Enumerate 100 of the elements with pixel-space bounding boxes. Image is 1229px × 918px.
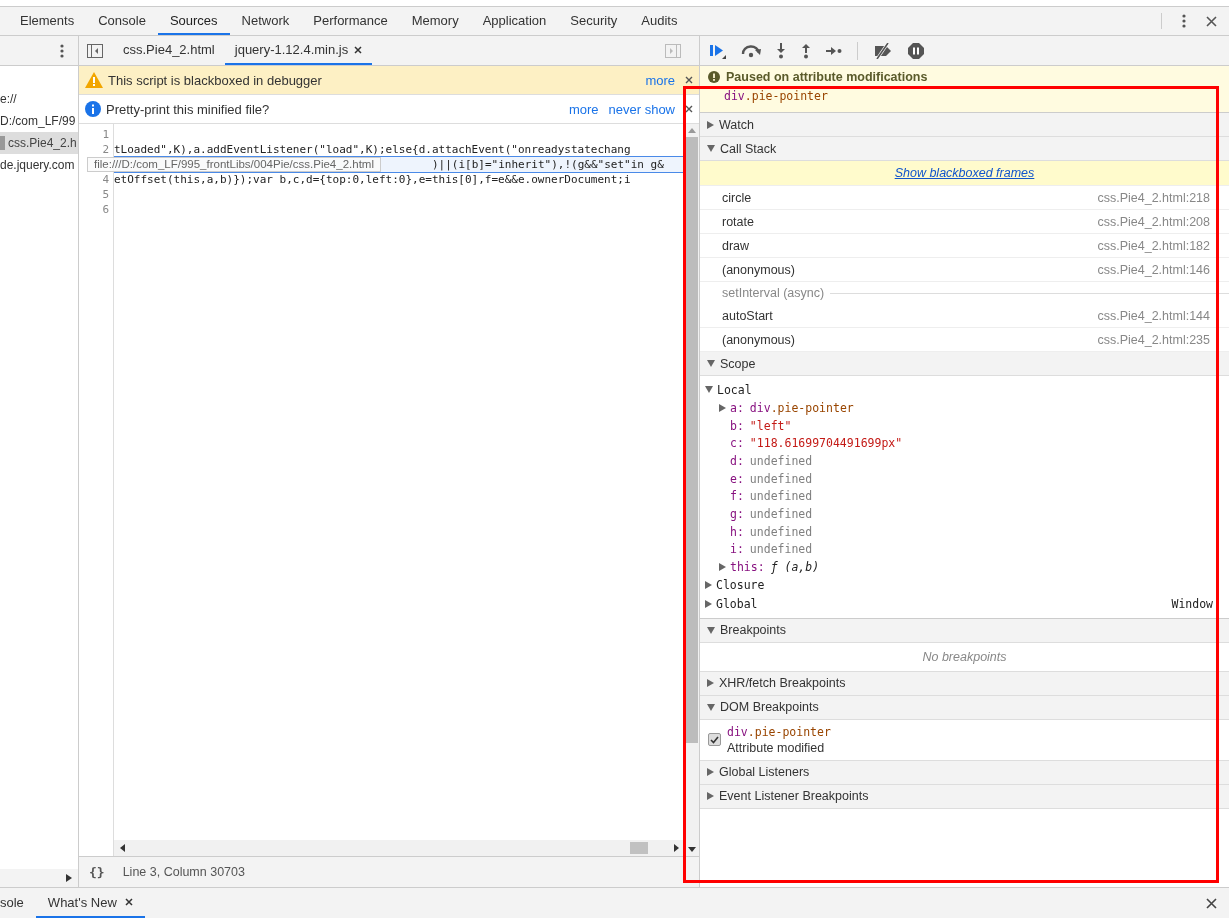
code-line: )||(i[b]="inherit"),!(g&&"set"in g& bbox=[432, 158, 664, 171]
scope-value: Window bbox=[1171, 597, 1214, 612]
collapsed-triangle-icon bbox=[707, 679, 714, 688]
scope-label[interactable]: Closure bbox=[716, 578, 765, 593]
scrollbar-thumb[interactable] bbox=[686, 137, 698, 743]
panel-tab[interactable]: Audits bbox=[629, 7, 690, 35]
close-icon[interactable] bbox=[685, 105, 693, 113]
variable-value: div.pie-pointer bbox=[749, 400, 854, 415]
pause-on-exceptions-icon[interactable] bbox=[908, 42, 924, 59]
line-number: 6 bbox=[102, 203, 109, 216]
variable-value: ƒ (a,b) bbox=[770, 560, 820, 575]
close-icon[interactable] bbox=[1206, 897, 1217, 909]
variable-name: d: bbox=[730, 453, 744, 468]
section-header[interactable]: Watch bbox=[700, 113, 1229, 137]
collapsed-triangle-icon bbox=[707, 768, 714, 777]
collapsed-triangle-icon bbox=[707, 792, 714, 801]
variable-name: this: bbox=[730, 560, 765, 575]
panel-tab[interactable]: Elements bbox=[8, 7, 87, 35]
panel-tab[interactable]: Console bbox=[86, 7, 158, 35]
scrollbar-thumb[interactable] bbox=[630, 842, 648, 854]
close-icon[interactable] bbox=[124, 898, 133, 906]
step-over-icon[interactable] bbox=[741, 43, 761, 58]
expanded-triangle-icon[interactable] bbox=[705, 386, 713, 393]
line-number: 1 bbox=[102, 128, 109, 141]
variable-name: i: bbox=[730, 542, 744, 557]
line-number: 4 bbox=[102, 173, 109, 186]
warning-icon bbox=[85, 72, 103, 88]
element-selector: div.pie-pointer bbox=[723, 89, 829, 103]
scope-label[interactable]: Local bbox=[717, 382, 752, 397]
resume-icon[interactable] bbox=[710, 42, 726, 59]
section-header[interactable]: Call Stack bbox=[700, 137, 1229, 161]
drawer-tab[interactable]: What's New bbox=[35, 888, 145, 918]
tooltip: file:///D:/com_LF/995_frontLibs/004Pie/css.Pie4_2.html bbox=[87, 157, 381, 172]
file-tree-item[interactable]: css.Pie4_2.h bbox=[0, 132, 78, 154]
info-link[interactable]: more bbox=[645, 72, 675, 88]
close-icon[interactable] bbox=[1206, 15, 1217, 27]
more-options-icon[interactable] bbox=[1182, 14, 1186, 28]
pretty-print-button[interactable]: {} bbox=[89, 864, 105, 880]
section-header[interactable]: Scope bbox=[700, 352, 1229, 376]
step-into-icon[interactable] bbox=[776, 42, 786, 59]
variable-value: undefined bbox=[749, 506, 813, 521]
expanded-triangle-icon bbox=[707, 626, 715, 634]
section-header[interactable]: Event Listener Breakpoints bbox=[700, 784, 1229, 809]
section-header[interactable]: Global Listeners bbox=[700, 760, 1229, 785]
panel-tab[interactable]: Application bbox=[470, 7, 559, 35]
drawer-tab[interactable]: sole bbox=[0, 888, 36, 918]
cursor-position: Line 3, Column 30703 bbox=[122, 865, 245, 879]
line-number: 2 bbox=[102, 143, 109, 156]
close-icon[interactable] bbox=[354, 45, 363, 54]
section-header[interactable]: Breakpoints bbox=[700, 618, 1229, 643]
section-header[interactable]: XHR/fetch Breakpoints bbox=[700, 671, 1229, 696]
variable-value: "118.61699704491699px" bbox=[749, 436, 903, 451]
show-frames-link[interactable]: Show blackboxed frames bbox=[894, 166, 1035, 180]
step-icon[interactable] bbox=[826, 45, 842, 56]
info-link[interactable]: never show bbox=[608, 101, 675, 117]
variable-value: undefined bbox=[749, 453, 813, 468]
call-frame[interactable]: rotate css.Pie4_2.html:208 bbox=[700, 210, 1229, 234]
collapsed-triangle-icon[interactable] bbox=[719, 403, 726, 412]
variable-value: undefined bbox=[749, 542, 813, 557]
call-frame[interactable]: circle css.Pie4_2.html:218 bbox=[700, 186, 1229, 210]
scroll-left-icon[interactable] bbox=[120, 844, 125, 852]
variable-name: f: bbox=[730, 489, 744, 504]
variable-name: g: bbox=[730, 506, 744, 521]
file-tree-item[interactable]: de.jquery.com bbox=[0, 154, 78, 176]
line-number: 5 bbox=[102, 188, 109, 201]
info-message: This script is blackboxed in debugger bbox=[108, 72, 322, 88]
scroll-down-icon[interactable] bbox=[688, 847, 696, 852]
call-frame[interactable]: autoStart css.Pie4_2.html:144 bbox=[700, 304, 1229, 328]
step-out-icon[interactable] bbox=[801, 42, 811, 59]
panel-tab[interactable]: Performance bbox=[301, 7, 400, 35]
scroll-right-icon[interactable] bbox=[66, 874, 72, 882]
info-link[interactable]: more bbox=[568, 101, 599, 117]
paused-message: Paused on attribute modifications bbox=[726, 70, 928, 84]
more-options-icon[interactable] bbox=[60, 43, 64, 58]
expanded-triangle-icon bbox=[707, 145, 715, 152]
sidebar-toggle-icon[interactable] bbox=[665, 43, 681, 58]
scroll-right-icon[interactable] bbox=[674, 844, 679, 852]
collapsed-triangle-icon[interactable] bbox=[705, 600, 712, 609]
expanded-triangle-icon bbox=[707, 360, 715, 367]
file-tab[interactable]: css.Pie4_2.html bbox=[113, 36, 225, 65]
variable-value: undefined bbox=[749, 524, 813, 539]
variable-value: "left" bbox=[749, 418, 792, 433]
call-frame[interactable]: (anonymous) css.Pie4_2.html:146 bbox=[700, 258, 1229, 282]
section-header[interactable]: DOM Breakpoints bbox=[700, 695, 1229, 720]
file-tree-item[interactable]: e:// bbox=[0, 88, 78, 110]
panel-tab[interactable]: Network bbox=[229, 7, 302, 35]
call-frame[interactable]: draw css.Pie4_2.html:182 bbox=[700, 234, 1229, 258]
close-icon[interactable] bbox=[685, 76, 693, 84]
deactivate-breakpoints-icon[interactable] bbox=[873, 42, 893, 59]
file-tree-item[interactable]: D:/com_LF/99 bbox=[0, 110, 78, 132]
checkbox[interactable] bbox=[708, 733, 721, 747]
panel-tab[interactable]: Security bbox=[558, 7, 630, 35]
variable-name: c: bbox=[730, 436, 744, 451]
variable-name: h: bbox=[730, 524, 744, 539]
panel-tab[interactable]: Memory bbox=[399, 7, 471, 35]
file-icon bbox=[0, 136, 5, 150]
sidebar-toggle-icon[interactable] bbox=[87, 43, 103, 58]
variable-name: a: bbox=[730, 400, 744, 415]
variable-value: undefined bbox=[749, 471, 813, 486]
scope-label[interactable]: Global bbox=[716, 597, 758, 612]
